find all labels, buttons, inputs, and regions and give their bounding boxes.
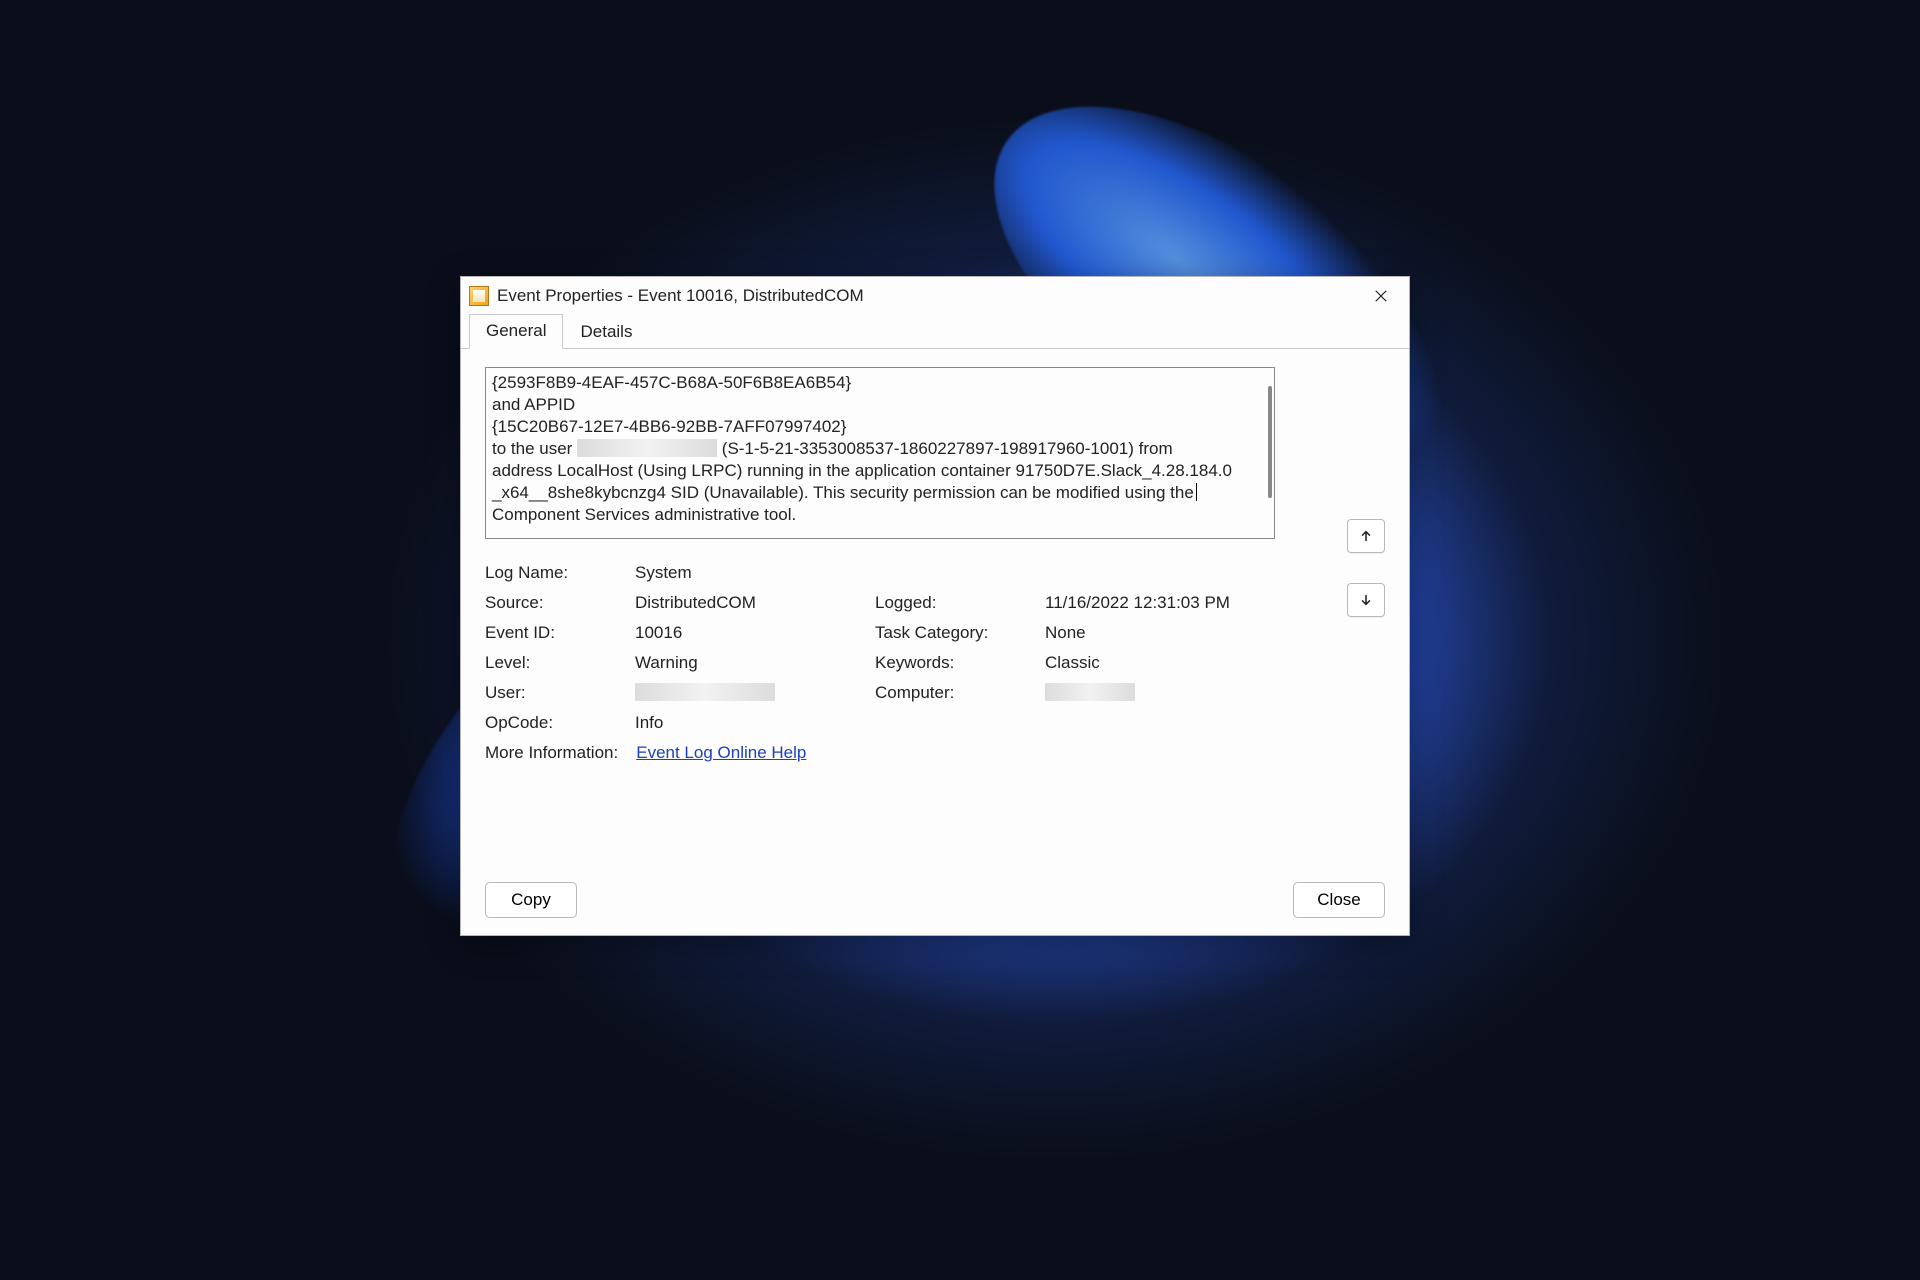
computer-value	[1045, 683, 1285, 703]
more-information-label: More Information:	[485, 743, 618, 763]
more-information-row: More Information: Event Log Online Help	[485, 743, 1385, 763]
description-line: _x64__8she8kybcnzg4 SID (Unavailable). T…	[492, 482, 1268, 504]
window-title: Event Properties - Event 10016, Distribu…	[497, 286, 1359, 306]
event-log-online-help-link[interactable]: Event Log Online Help	[636, 743, 806, 763]
user-label: User:	[485, 683, 635, 703]
tabs: General Details	[461, 315, 1409, 349]
dialog-footer: Copy Close	[461, 865, 1409, 935]
event-properties-dialog: Event Properties - Event 10016, Distribu…	[460, 276, 1410, 936]
copy-button[interactable]: Copy	[485, 882, 577, 918]
description-line: to the user (S-1-5-21-3353008537-1860227…	[492, 438, 1268, 460]
level-label: Level:	[485, 653, 635, 673]
event-description[interactable]: {2593F8B9-4EAF-457C-B68A-50F6B8EA6B54} a…	[485, 367, 1275, 539]
logged-value: 11/16/2022 12:31:03 PM	[1045, 593, 1285, 613]
source-label: Source:	[485, 593, 635, 613]
close-button[interactable]: Close	[1293, 882, 1385, 918]
previous-event-button[interactable]	[1347, 519, 1385, 553]
user-value	[635, 683, 875, 703]
tab-details[interactable]: Details	[563, 315, 649, 349]
redacted-username	[577, 439, 717, 457]
tab-general[interactable]: General	[469, 314, 563, 349]
level-value: Warning	[635, 653, 875, 673]
event-id-value: 10016	[635, 623, 875, 643]
event-id-label: Event ID:	[485, 623, 635, 643]
dialog-body: {2593F8B9-4EAF-457C-B68A-50F6B8EA6B54} a…	[461, 349, 1409, 865]
description-line: {2593F8B9-4EAF-457C-B68A-50F6B8EA6B54}	[492, 372, 1268, 394]
description-line: address LocalHost (Using LRPC) running i…	[492, 460, 1268, 482]
description-line: and APPID	[492, 394, 1268, 416]
event-viewer-icon	[469, 286, 489, 306]
record-nav	[1347, 519, 1385, 617]
log-name-value: System	[635, 563, 1285, 583]
keywords-value: Classic	[1045, 653, 1285, 673]
logged-label: Logged:	[875, 593, 1045, 613]
opcode-label: OpCode:	[485, 713, 635, 733]
keywords-label: Keywords:	[875, 653, 1045, 673]
description-scrollbar[interactable]	[1268, 386, 1272, 498]
close-icon[interactable]	[1359, 281, 1403, 311]
event-fields: Log Name: System Source: DistributedCOM …	[485, 563, 1385, 733]
description-line: {15C20B67-12E7-4BB6-92BB-7AFF07997402}	[492, 416, 1268, 438]
redacted-computer	[1045, 683, 1135, 701]
opcode-value: Info	[635, 713, 1285, 733]
next-event-button[interactable]	[1347, 583, 1385, 617]
text-caret	[1196, 483, 1197, 501]
log-name-label: Log Name:	[485, 563, 635, 583]
computer-label: Computer:	[875, 683, 1045, 703]
source-value: DistributedCOM	[635, 593, 875, 613]
task-category-value: None	[1045, 623, 1285, 643]
task-category-label: Task Category:	[875, 623, 1045, 643]
description-line: Component Services administrative tool.	[492, 504, 1268, 526]
titlebar[interactable]: Event Properties - Event 10016, Distribu…	[461, 277, 1409, 315]
redacted-user	[635, 683, 775, 701]
